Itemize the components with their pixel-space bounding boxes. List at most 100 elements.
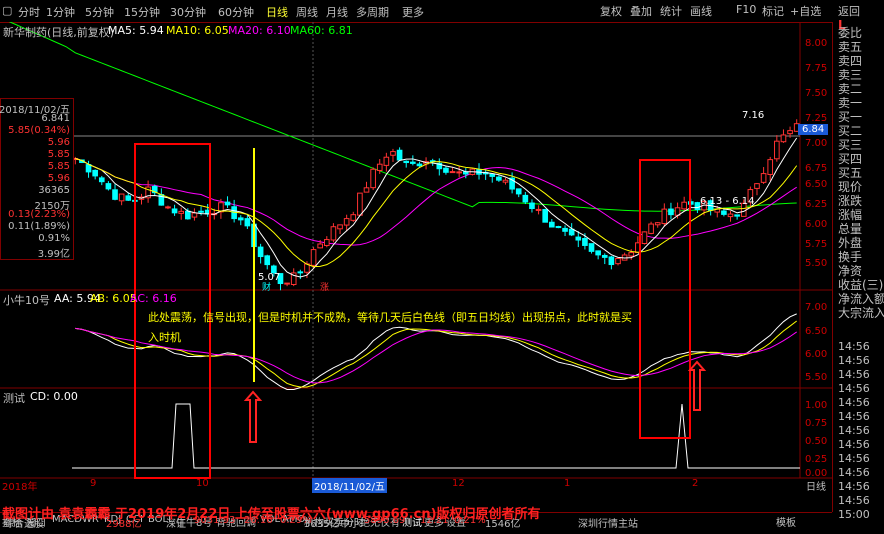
sidebar-time: 14:56 xyxy=(838,340,870,353)
up-arrow-left xyxy=(243,390,263,443)
candle-body xyxy=(390,151,396,156)
candle-body xyxy=(105,183,112,190)
sidebar-item: 总量 xyxy=(838,222,863,236)
info-v10: 0.91% xyxy=(38,233,70,244)
candle-body xyxy=(92,169,98,177)
zhang-marker: 涨 xyxy=(320,283,330,293)
ind1-ac: AC: 6.16 xyxy=(130,292,177,305)
info-v5: 5.96 xyxy=(47,173,70,184)
sidebar-item: 卖三 xyxy=(838,68,863,82)
price-tick: 6.25 xyxy=(805,199,828,210)
price-tick: 6.50 xyxy=(805,179,828,190)
ind2-title: 测试 xyxy=(3,392,25,405)
candle-body xyxy=(774,140,780,160)
candle-body xyxy=(264,255,271,266)
sidebar-time: 14:56 xyxy=(838,452,870,465)
candle-body xyxy=(535,208,542,211)
time-label: 2018年 xyxy=(2,482,38,493)
candle-body xyxy=(549,221,555,228)
draw-line-button[interactable]: 画线 xyxy=(688,3,714,19)
time-label-selected: 2018/11/02/五 xyxy=(312,478,388,493)
time-label: 2 xyxy=(692,478,699,489)
sidebar-time: 14:56 xyxy=(838,410,870,423)
sidebar-item: 外盘 xyxy=(838,236,863,250)
stats-button[interactable]: 统计 xyxy=(658,3,684,19)
sidebar-time: 14:56 xyxy=(838,438,870,451)
f10-button[interactable]: F10 xyxy=(734,3,758,16)
sidebar-item: 收益(三) xyxy=(838,278,884,292)
info-box: 2018/11/02/五 6.841 5.85(0.34%) 5.96 5.85… xyxy=(0,98,74,260)
candle-body xyxy=(608,256,615,266)
tab-60min[interactable]: 60分钟 xyxy=(218,4,254,20)
sidebar-time: 14:56 xyxy=(838,382,870,395)
ma5-label: MA5: 5.94 xyxy=(108,24,164,37)
menu-icon[interactable]: ▢ xyxy=(2,4,12,17)
candle-body xyxy=(244,218,251,227)
candle-body xyxy=(237,217,244,221)
info-v2: 5.96 xyxy=(47,137,70,148)
back-button[interactable]: 返回 xyxy=(836,3,862,19)
time-label: 10 xyxy=(196,478,209,489)
kline-chart[interactable] xyxy=(0,22,832,490)
time-label: 12 xyxy=(452,478,465,489)
period-toolbar: ▢ 分时 1分钟 5分钟 15分钟 30分钟 60分钟 日线 周线 月线 多周期… xyxy=(0,0,884,23)
candle-body xyxy=(449,171,456,174)
candle-body xyxy=(198,210,204,213)
tab-fenshi[interactable]: 分时 xyxy=(18,4,40,20)
ind2-tick: 0.25 xyxy=(805,454,828,465)
tab-weekly[interactable]: 周线 xyxy=(296,4,318,20)
candle-body xyxy=(310,249,317,266)
tab-5min[interactable]: 5分钟 xyxy=(85,4,114,20)
time-label: 9 xyxy=(90,478,97,489)
current-price-tag: 6.84 xyxy=(798,124,829,135)
price-tick: 7.75 xyxy=(805,63,828,74)
sidebar-item: 卖二 xyxy=(838,82,863,96)
candle-body xyxy=(515,188,522,195)
candle-body xyxy=(562,227,568,232)
tab-multi-period[interactable]: 多周期 xyxy=(356,4,389,20)
sidebar-item: 卖四 xyxy=(838,54,863,68)
candle-body xyxy=(317,243,323,249)
price-tick: 6.00 xyxy=(805,219,828,230)
candle-body xyxy=(555,226,562,229)
sidebar-item: 卖五 xyxy=(838,40,863,54)
candle-body xyxy=(601,254,608,258)
price-tick: 7.50 xyxy=(805,88,828,99)
tab-daily[interactable]: 日线 xyxy=(266,4,288,20)
tab-30min[interactable]: 30分钟 xyxy=(170,4,206,20)
range-annotation: 6.13 - 6.14 xyxy=(700,196,755,207)
fuquan-button[interactable]: 复权 xyxy=(598,3,624,19)
price-tick: 8.00 xyxy=(805,38,828,49)
sidebar-time: 14:56 xyxy=(838,396,870,409)
tab-more[interactable]: 更多 xyxy=(402,4,424,20)
high-annotation: 7.16 xyxy=(742,110,765,121)
status-feed: 深圳行情主站 xyxy=(578,519,638,530)
candle-body xyxy=(489,173,496,177)
candle-body xyxy=(350,214,357,221)
chart-area[interactable]: 新华制药(日线,前复权) MA5: 5.94 MA10: 6.05 MA20: … xyxy=(0,22,832,529)
candle-body xyxy=(343,218,350,226)
tab-monthly[interactable]: 月线 xyxy=(326,4,348,20)
candle-body xyxy=(595,250,601,256)
candle-body xyxy=(396,149,403,161)
candle-body xyxy=(767,159,774,175)
ind1-tick: 5.50 xyxy=(805,372,828,383)
mark-button[interactable]: 标记 xyxy=(760,3,786,19)
overlay-button[interactable]: 叠加 xyxy=(628,3,654,19)
price-tick: 5.50 xyxy=(805,258,828,269)
sidebar-item: 大宗流入 xyxy=(838,306,884,320)
sidebar-item: 卖一 xyxy=(838,96,863,110)
watermark: 截图计由 袁袁霸霸 于2019年2月22日 上传至股票六六(www.gp66.c… xyxy=(2,507,541,522)
tab-1min[interactable]: 1分钟 xyxy=(46,4,75,20)
price-tick: 7.25 xyxy=(805,113,828,124)
candle-body xyxy=(410,161,416,164)
stock-title: 新华制药(日线,前复权) xyxy=(3,26,115,39)
add-watchlist-button[interactable]: +自选 xyxy=(788,3,823,19)
candle-body xyxy=(641,231,648,244)
time-label: 1 xyxy=(564,478,571,489)
candle-body xyxy=(648,223,654,234)
tab-15min[interactable]: 15分钟 xyxy=(124,4,160,20)
ma5-line xyxy=(75,137,798,278)
candle-body xyxy=(721,210,727,215)
ind2-tick: 0.50 xyxy=(805,436,828,447)
